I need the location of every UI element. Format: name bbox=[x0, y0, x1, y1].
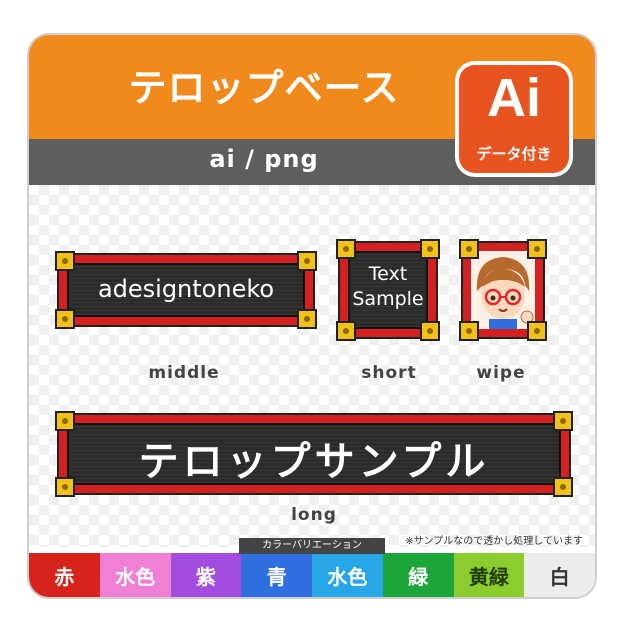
bolt-icon bbox=[527, 321, 547, 341]
label-wipe: wipe bbox=[476, 363, 526, 383]
telop-short-line1: Text bbox=[368, 263, 408, 285]
product-title: テロップベース bbox=[128, 66, 400, 110]
character-avatar bbox=[471, 251, 535, 329]
telop-long-text: テロップサンプル bbox=[138, 439, 490, 485]
label-middle: middle bbox=[148, 363, 220, 383]
telop-long: テロップサンプル bbox=[55, 411, 573, 497]
bolt-icon bbox=[553, 411, 573, 431]
label-short: short bbox=[361, 363, 417, 383]
telop-middle: adesigntoneko bbox=[55, 251, 317, 329]
ai-badge-logo: Ai bbox=[487, 68, 541, 128]
bolt-icon bbox=[55, 309, 75, 329]
product-card: テロップベース ai / png Ai データ付き adesigntoneko … bbox=[27, 33, 597, 599]
color-chip: 水色 bbox=[99, 553, 171, 597]
bolt-icon bbox=[55, 251, 75, 271]
ai-badge: Ai データ付き bbox=[459, 65, 569, 173]
color-chip: 水色 bbox=[312, 553, 383, 597]
bolt-icon bbox=[297, 309, 317, 329]
bolt-icon bbox=[420, 239, 440, 259]
color-variation-bar: 赤水色紫青水色緑黄緑白 bbox=[29, 553, 595, 597]
bolt-icon bbox=[336, 321, 356, 341]
bolt-icon bbox=[527, 239, 547, 259]
bolt-icon bbox=[336, 239, 356, 259]
bolt-icon bbox=[459, 239, 479, 259]
bolt-icon bbox=[297, 251, 317, 271]
telop-short-line2: Sample bbox=[352, 288, 424, 310]
label-long: long bbox=[291, 505, 337, 525]
telop-short: Text Sample bbox=[336, 239, 440, 341]
format-label: ai / png bbox=[209, 145, 319, 173]
telop-wipe bbox=[459, 239, 547, 341]
color-chip: 緑 bbox=[382, 553, 454, 597]
ai-badge-caption: データ付き bbox=[476, 145, 552, 163]
bolt-icon bbox=[459, 321, 479, 341]
color-chip: 黄緑 bbox=[453, 553, 525, 597]
telop-middle-text: adesigntoneko bbox=[97, 275, 275, 303]
watermark-note: ※サンプルなので透かし処理しています bbox=[405, 536, 583, 547]
character-face-icon bbox=[471, 251, 535, 329]
bolt-icon bbox=[55, 411, 75, 431]
color-variations-label: カラーバリエーション bbox=[239, 538, 385, 554]
color-chip: 青 bbox=[241, 553, 312, 597]
color-chip: 赤 bbox=[29, 553, 100, 597]
bolt-icon bbox=[420, 321, 440, 341]
color-chip: 白 bbox=[524, 553, 595, 597]
color-chip: 紫 bbox=[170, 553, 242, 597]
